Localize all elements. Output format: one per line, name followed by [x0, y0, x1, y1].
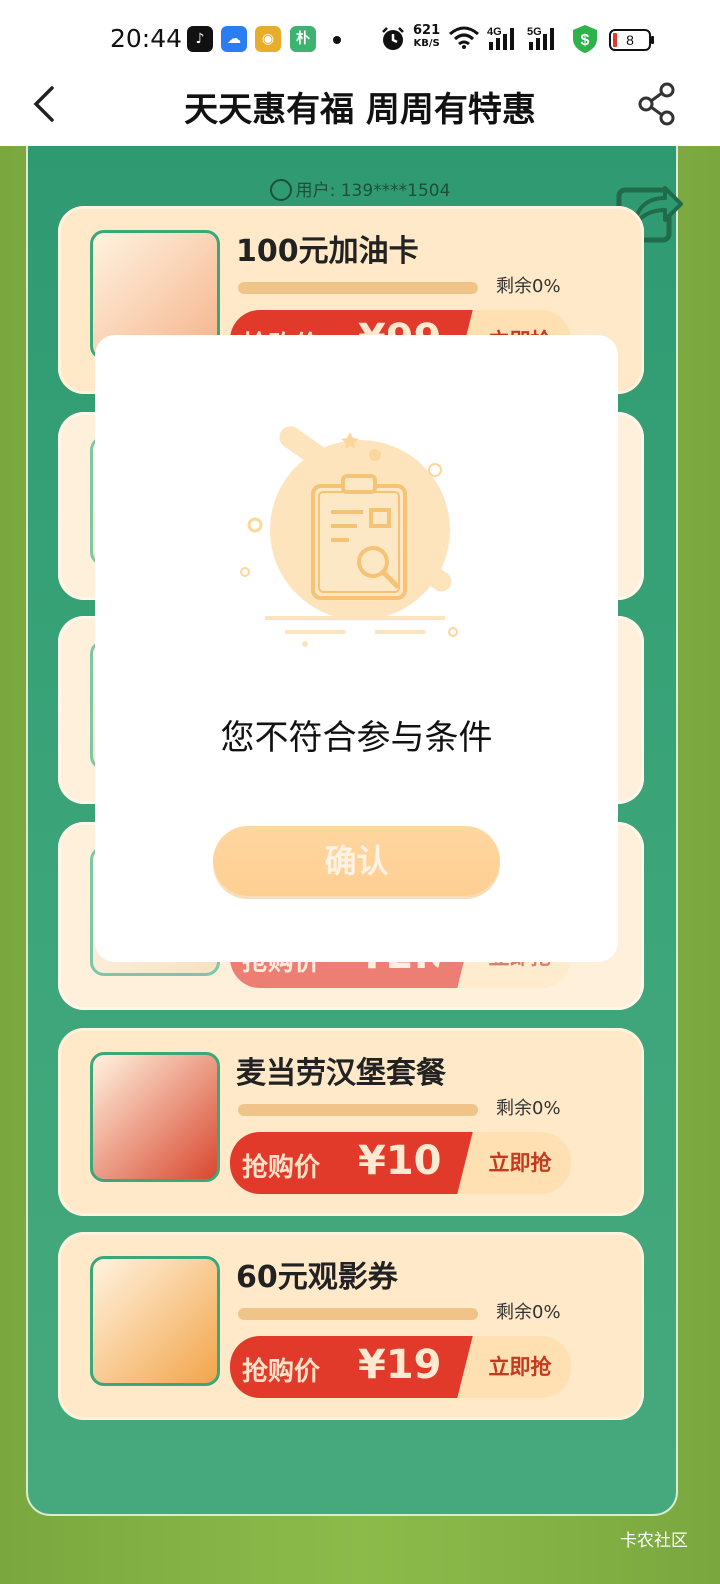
- price-label: 抢购价: [242, 1153, 321, 1183]
- battery-level: 8: [626, 32, 634, 48]
- signal-2-label: 5G: [527, 26, 542, 38]
- product-name: 100元加油卡: [236, 234, 419, 269]
- product-name: 60元观影券: [236, 1260, 398, 1295]
- buy-now-button[interactable]: 立即抢: [453, 1336, 571, 1398]
- alarm-icon: [382, 27, 404, 50]
- cloud-app-icon: ☁: [221, 26, 247, 52]
- stock-progress-bar: [238, 1104, 478, 1116]
- battery-icon: 8: [609, 29, 654, 51]
- status-time: 20:44: [110, 24, 183, 53]
- stock-progress-bar: [238, 282, 478, 294]
- tiktok-icon: ♪: [187, 26, 213, 52]
- security-shield-icon: $: [573, 25, 597, 53]
- network-speed-unit: KB/S: [413, 38, 440, 49]
- cellular-signal-icon: 4G: [487, 26, 514, 50]
- user-label: 用户: 139****1504: [295, 181, 451, 201]
- title-bar: 天天惠有福 周周有特惠: [0, 72, 720, 146]
- user-info: 用户: 139****1504: [0, 176, 720, 201]
- network-speed: 621 KB/S: [413, 24, 440, 50]
- price-tag: 抢购价 ¥10.0: [230, 1132, 485, 1194]
- share-icon[interactable]: [636, 82, 678, 126]
- product-card[interactable]: 麦当劳汉堡套餐剩余0% 抢购价 ¥10.0 立即抢: [58, 1028, 644, 1216]
- dialog-message: 您不符合参与条件: [220, 718, 493, 758]
- cellular-signal-icon-2: 5G: [527, 26, 554, 50]
- svg-text:$: $: [581, 32, 590, 49]
- notification-dot-icon: [333, 36, 341, 44]
- product-card[interactable]: 60元观影券剩余0% 抢购价 ¥19.9 立即抢: [58, 1232, 644, 1420]
- product-name: 麦当劳汉堡套餐: [236, 1056, 446, 1091]
- weibo-icon: ◉: [255, 26, 281, 52]
- signal-1-label: 4G: [487, 26, 502, 38]
- wifi-icon: [449, 26, 479, 49]
- product-thumbnail: [90, 1256, 220, 1386]
- stock-remaining: 剩余0%: [496, 1098, 561, 1119]
- price-tag: 抢购价 ¥19.9: [230, 1336, 485, 1398]
- user-icon: [269, 179, 292, 201]
- buy-now-button[interactable]: 立即抢: [453, 1132, 571, 1194]
- pdd-icon: 朴: [290, 26, 316, 52]
- stock-remaining: 剩余0%: [496, 1302, 561, 1323]
- page-title: 天天惠有福 周周有特惠: [184, 90, 536, 130]
- stock-remaining: 剩余0%: [496, 276, 561, 297]
- confirm-button[interactable]: 确认: [213, 826, 500, 896]
- price-label: 抢购价: [242, 1357, 321, 1387]
- product-thumbnail: [90, 1052, 220, 1182]
- clipboard-search-illustration: [240, 426, 458, 647]
- eligibility-dialog: 您不符合参与条件 确认: [95, 335, 618, 962]
- status-bar: 20:44 ♪ ☁ ◉ 朴 621 KB/S 4G 5G $ 8: [0, 0, 720, 72]
- watermark: 卡农社区: [620, 1531, 688, 1551]
- stock-progress-bar: [238, 1308, 478, 1320]
- network-speed-value: 621: [413, 23, 441, 38]
